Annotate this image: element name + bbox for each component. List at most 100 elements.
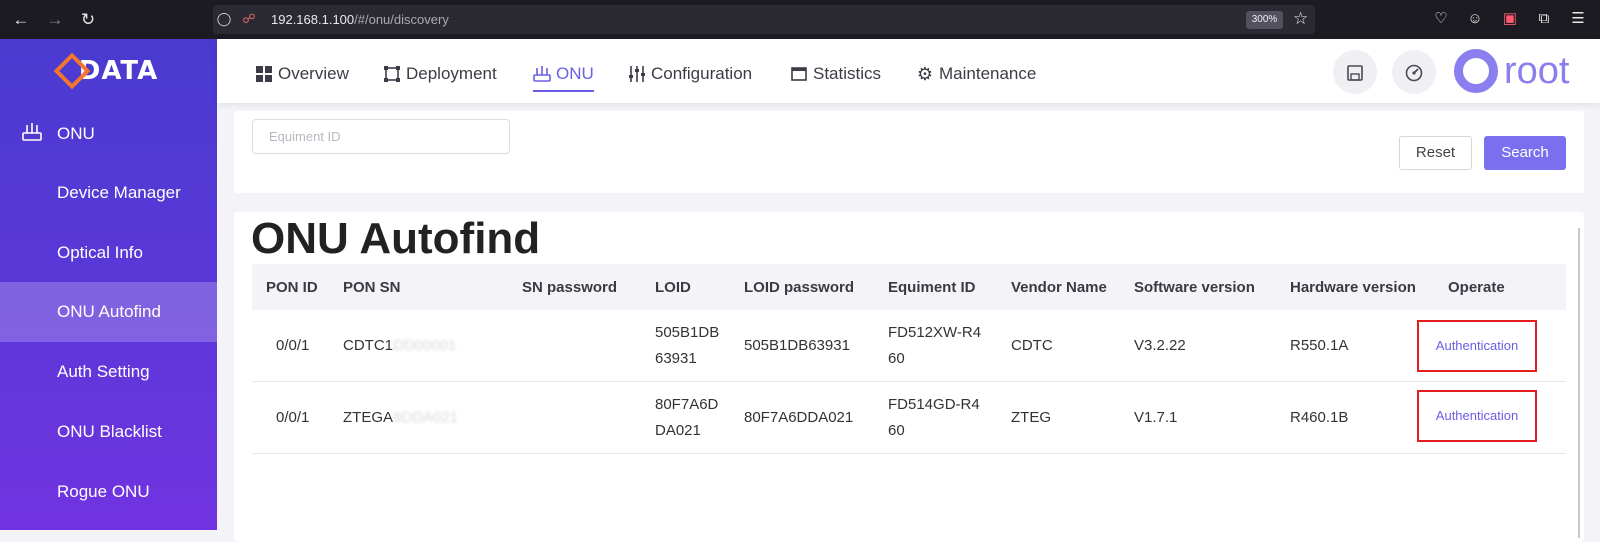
save-button[interactable] xyxy=(1333,50,1377,94)
loid-line: DA021 xyxy=(655,422,701,439)
dashboard-button[interactable] xyxy=(1392,50,1436,94)
grid-icon xyxy=(255,65,273,83)
pon-sn-redacted: DD00001 xyxy=(393,337,457,354)
logo-text: DATA xyxy=(78,56,159,86)
loid-password-cell: 505B1DB63931 xyxy=(744,337,850,354)
table-header: PON ID PON SN SN password LOID LOID pass… xyxy=(252,264,1566,310)
column-header: LOID xyxy=(655,279,691,296)
sidebar-item-optical-info[interactable]: Optical Info xyxy=(0,223,217,283)
tab-label: Maintenance xyxy=(939,64,1037,83)
account-icon[interactable]: ☺ xyxy=(1465,9,1485,29)
logo[interactable]: DATA xyxy=(0,39,217,103)
pon-sn-visible: ZTEGA xyxy=(343,409,394,426)
url-text[interactable]: 192.168.1.100/#/onu/discovery xyxy=(271,12,449,27)
top-navigation: Overview Deployment ONU Configuration St… xyxy=(217,39,1600,103)
column-header: Software version xyxy=(1134,279,1255,296)
tab-configuration[interactable]: Configuration xyxy=(628,59,752,89)
speedometer-icon xyxy=(1405,62,1423,81)
authentication-link[interactable]: Authentication xyxy=(1417,320,1537,372)
floppy-disk-icon xyxy=(1347,62,1363,81)
vendor-cell: ZTEG xyxy=(1011,409,1051,426)
equipment-line: 60 xyxy=(888,350,905,367)
equipment-line: FD514GD-R4 xyxy=(888,396,980,413)
url-host: 192.168.1.100 xyxy=(271,12,355,27)
column-header: Operate xyxy=(1448,279,1505,296)
tab-overview[interactable]: Overview xyxy=(255,59,349,89)
router-icon xyxy=(533,65,551,83)
sidebar: DATA ONU Device Manager Optical Info ONU… xyxy=(0,39,217,530)
software-version-cell: V1.7.1 xyxy=(1134,409,1178,426)
router-icon xyxy=(22,123,42,141)
page-title: ONU Autofind xyxy=(251,214,541,263)
gear-icon: ⚙ xyxy=(916,63,934,84)
pon-sn-cell: CDTC1DD00001 xyxy=(343,333,456,359)
sidebar-item-auth-setting[interactable]: Auth Setting xyxy=(0,342,217,402)
pon-sn-cell: ZTEGA6DDA021 xyxy=(343,405,458,431)
sidebar-section-label: ONU xyxy=(57,124,95,143)
column-header: Hardware version xyxy=(1290,279,1416,296)
user-menu[interactable]: root xyxy=(1454,49,1569,93)
equipment-id-cell: FD512XW-R4 60 xyxy=(888,320,981,372)
pon-sn-redacted: 6DDA021 xyxy=(393,409,459,426)
loid-password-cell: 80F7A6DDA021 xyxy=(744,409,854,426)
zoom-level-badge[interactable]: 300% xyxy=(1246,11,1283,29)
sidebar-item-onu-blacklist[interactable]: ONU Blacklist xyxy=(0,402,217,462)
tab-label: Deployment xyxy=(406,64,497,83)
sidebar-item-onu-autofind[interactable]: ONU Autofind xyxy=(0,282,217,342)
authentication-link[interactable]: Authentication xyxy=(1417,390,1537,442)
equipment-line: FD512XW-R4 xyxy=(888,324,982,341)
extensions-puzzle-icon[interactable]: ⧉ xyxy=(1534,9,1554,29)
search-button[interactable]: Search xyxy=(1484,136,1566,170)
software-version-cell: V3.2.22 xyxy=(1134,337,1186,354)
vendor-cell: CDTC xyxy=(1011,337,1053,354)
tab-label: ONU xyxy=(556,64,594,83)
pon-sn-visible: CDTC1 xyxy=(343,337,394,354)
equipment-id-cell: FD514GD-R4 60 xyxy=(888,392,980,444)
loid-line: 80F7A6D xyxy=(655,396,719,413)
tab-statistics[interactable]: Statistics xyxy=(790,59,881,89)
column-header: LOID password xyxy=(744,279,855,296)
shield-icon[interactable]: ◯ xyxy=(215,10,233,28)
nodes-icon xyxy=(383,65,401,83)
column-header: SN password xyxy=(522,279,618,296)
loid-line: 63931 xyxy=(655,350,697,367)
tab-deployment[interactable]: Deployment xyxy=(383,59,497,89)
url-path: /#/onu/discovery xyxy=(354,12,449,27)
bookmark-star-icon[interactable]: ☆ xyxy=(1293,9,1308,29)
column-header: PON SN xyxy=(343,279,401,296)
address-bar[interactable]: ◯ ☍ 192.168.1.100/#/onu/discovery 300% ☆ xyxy=(213,5,1315,34)
avatar xyxy=(1454,49,1498,93)
back-arrow-icon[interactable]: ← xyxy=(9,8,33,32)
pon-id-cell: 0/0/1 xyxy=(276,409,310,426)
equipment-id-input[interactable] xyxy=(252,119,510,154)
autofind-panel: ONU Autofind PON ID PON SN SN password L… xyxy=(234,212,1584,542)
hardware-version-cell: R550.1A xyxy=(1290,337,1349,354)
equipment-line: 60 xyxy=(888,422,905,439)
tab-onu[interactable]: ONU xyxy=(533,59,594,92)
column-header: Vendor Name xyxy=(1011,279,1107,296)
hardware-version-cell: R460.1B xyxy=(1290,409,1349,426)
menu-icon[interactable]: ☰ xyxy=(1568,9,1588,29)
sidebar-item-device-manager[interactable]: Device Manager xyxy=(0,163,217,223)
user-name: root xyxy=(1504,49,1570,92)
reload-icon[interactable]: ↻ xyxy=(76,8,100,32)
pocket-icon[interactable]: ♡ xyxy=(1431,9,1451,29)
table-row: 0/0/1 ZTEGA6DDA021 80F7A6D DA021 80F7A6DD… xyxy=(252,382,1566,454)
loid-line: 505B1DB xyxy=(655,324,720,341)
sidebar-section-onu[interactable]: ONU xyxy=(0,113,217,153)
loid-cell: 505B1DB 63931 xyxy=(655,320,719,372)
tab-label: Configuration xyxy=(651,64,753,83)
browser-toolbar: ← → ↻ ◯ ☍ 192.168.1.100/#/onu/discovery … xyxy=(0,0,1600,39)
pon-id-cell: 0/0/1 xyxy=(276,337,310,354)
filter-panel: Reset Search xyxy=(234,111,1584,193)
sidebar-item-rogue-onu[interactable]: Rogue ONU xyxy=(0,462,217,522)
table-row: 0/0/1 CDTC1DD00001 505B1DB 63931 505B1DB6… xyxy=(252,310,1566,382)
insecure-lock-icon[interactable]: ☍ xyxy=(240,10,258,28)
scrollbar[interactable] xyxy=(1578,228,1580,538)
tab-label: Statistics xyxy=(813,64,882,83)
forward-arrow-icon[interactable]: → xyxy=(43,8,67,32)
reset-button[interactable]: Reset xyxy=(1399,136,1472,170)
column-header: PON ID xyxy=(266,279,318,296)
extension-icon[interactable]: ▣ xyxy=(1500,9,1520,29)
tab-maintenance[interactable]: ⚙ Maintenance xyxy=(916,59,1036,89)
